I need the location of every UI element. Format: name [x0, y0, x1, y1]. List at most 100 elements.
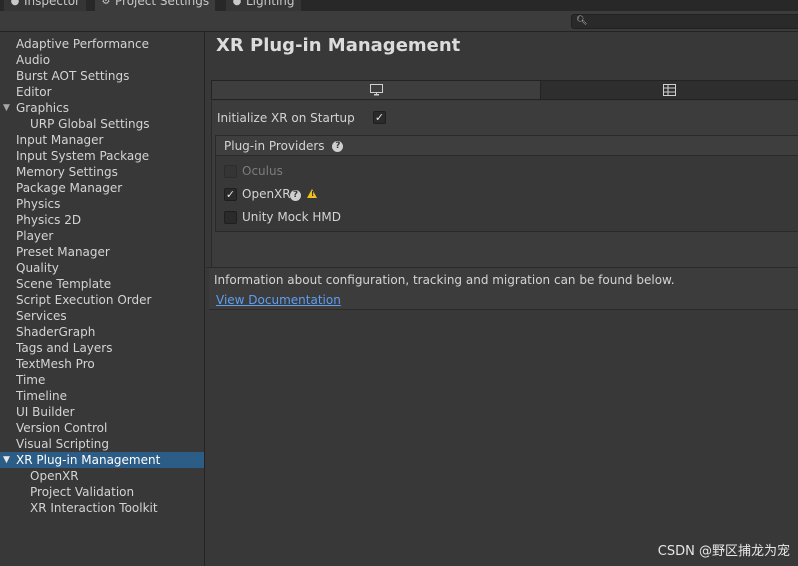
sidebar-item-label: Adaptive Performance [16, 37, 149, 51]
sidebar-item-label: Input System Package [16, 149, 150, 163]
tab-android[interactable] [541, 81, 798, 99]
sidebar-item-label: Graphics [16, 101, 69, 115]
sidebar-item-label: Services [16, 309, 67, 323]
info-box: Information about configuration, trackin… [209, 268, 798, 310]
sidebar-item-label: Memory Settings [16, 165, 118, 179]
android-grid-icon [663, 84, 676, 96]
help-icon[interactable]: ? [290, 190, 301, 201]
sidebar-item-label: UI Builder [16, 405, 75, 419]
provider-unity-mock-hmd: Unity Mock HMD [242, 210, 342, 224]
init-xr-label: Initialize XR on Startup [217, 111, 355, 125]
sidebar-item-ui-builder[interactable]: UI Builder [0, 404, 204, 420]
sidebar-item-label: TextMesh Pro [16, 357, 95, 371]
tab-standalone[interactable] [212, 81, 541, 99]
unity-mock-hmd-checkbox[interactable] [224, 211, 237, 224]
sidebar-item-label: XR Interaction Toolkit [30, 501, 158, 515]
sidebar-item-label: Audio [16, 53, 51, 67]
help-icon[interactable]: ? [332, 141, 344, 152]
sidebar-item-player[interactable]: Player [0, 228, 204, 244]
plugin-providers-header: Plug-in Providers ? [216, 136, 798, 156]
sidebar-item-memory-settings[interactable]: Memory Settings [0, 164, 204, 180]
settings-toolbar: 🔍︎ [0, 11, 798, 32]
tab-label: Inspector [24, 0, 80, 8]
desktop-icon [369, 84, 383, 96]
info-text: Information about configuration, trackin… [214, 273, 675, 287]
sidebar-item-physics[interactable]: Physics [0, 196, 204, 212]
oculus-checkbox [224, 165, 237, 178]
sidebar-item-version-control[interactable]: Version Control [0, 420, 204, 436]
sidebar-item-services[interactable]: Services [0, 308, 204, 324]
sidebar-item-package-manager[interactable]: Package Manager [0, 180, 204, 196]
gear-icon: ⚙ [101, 0, 111, 7]
sidebar-item-label: Player [16, 229, 54, 243]
sidebar-item-label: OpenXR [30, 469, 79, 483]
sidebar-item-project-validation[interactable]: Project Validation [0, 484, 204, 500]
sidebar-item-xr-plugin-management[interactable]: ▼ XR Plug-in Management [0, 452, 204, 468]
sidebar-item-label: Physics [16, 197, 61, 211]
init-xr-checkbox[interactable]: ✓ [373, 111, 386, 124]
plugin-providers-box: Plug-in Providers ? Oculus ✓ OpenXR ? ! … [215, 135, 798, 232]
sidebar-item-shadergraph[interactable]: ShaderGraph [0, 324, 204, 340]
provider-openxr: OpenXR [242, 187, 291, 201]
sidebar-item-label: Timeline [16, 389, 68, 403]
sidebar-item-label: Version Control [16, 421, 108, 435]
info-icon: ● [10, 0, 20, 7]
sidebar-item-openxr[interactable]: OpenXR [0, 468, 204, 484]
sidebar-item-burst-aot-settings[interactable]: Burst AOT Settings [0, 68, 204, 84]
search-input[interactable]: 🔍︎ [571, 14, 798, 29]
sidebar-item-preset-manager[interactable]: Preset Manager [0, 244, 204, 260]
sidebar-item-label: Visual Scripting [16, 437, 109, 451]
expand-arrow-icon[interactable]: ▼ [3, 452, 10, 468]
tab-project-settings[interactable]: ⚙ Project Settings [95, 0, 216, 11]
search-icon: 🔍︎ [576, 16, 588, 26]
tab-inspector[interactable]: ● Inspector [4, 0, 86, 11]
sidebar-item-xr-interaction-toolkit[interactable]: XR Interaction Toolkit [0, 500, 204, 516]
settings-sidebar: Adaptive Performance Audio Burst AOT Set… [0, 32, 205, 566]
plugin-providers-title: Plug-in Providers ? [224, 139, 344, 153]
sidebar-item-graphics[interactable]: ▼ Graphics [0, 100, 204, 116]
sidebar-item-visual-scripting[interactable]: Visual Scripting [0, 436, 204, 452]
sidebar-item-label: Package Manager [16, 181, 123, 195]
sidebar-item-label: Project Validation [30, 485, 135, 499]
page-title: XR Plug-in Management [216, 35, 461, 56]
sidebar-item-label: Preset Manager [16, 245, 110, 259]
bulb-icon: ● [232, 0, 242, 7]
openxr-checkbox[interactable]: ✓ [224, 188, 237, 201]
settings-content: XR Plug-in Management Initialize XR on S… [206, 32, 798, 566]
sidebar-item-adaptive-performance[interactable]: Adaptive Performance [0, 36, 204, 52]
sidebar-item-script-execution-order[interactable]: Script Execution Order [0, 292, 204, 308]
editor-tab-strip: ● Inspector ⚙ Project Settings ● Lightin… [0, 0, 798, 11]
tab-lighting[interactable]: ● Lighting [226, 0, 301, 11]
sidebar-item-label: XR Plug-in Management [16, 453, 161, 467]
sidebar-item-label: Burst AOT Settings [16, 69, 130, 83]
sidebar-item-scene-template[interactable]: Scene Template [0, 276, 204, 292]
sidebar-item-textmesh-pro[interactable]: TextMesh Pro [0, 356, 204, 372]
provider-openxr-label: OpenXR [242, 187, 291, 201]
sidebar-item-label: Time [16, 373, 46, 387]
expand-arrow-icon[interactable]: ▼ [3, 100, 10, 116]
sidebar-item-label: URP Global Settings [30, 117, 150, 131]
sidebar-item-editor[interactable]: Editor [0, 84, 204, 100]
sidebar-item-input-manager[interactable]: Input Manager [0, 132, 204, 148]
sidebar-item-label: Editor [16, 85, 52, 99]
sidebar-item-label: Quality [16, 261, 59, 275]
tab-label: Lighting [246, 0, 295, 8]
sidebar-item-label: Physics 2D [16, 213, 82, 227]
platform-tabs [211, 80, 798, 100]
view-documentation-link[interactable]: View Documentation [216, 293, 341, 307]
sidebar-item-physics-2d[interactable]: Physics 2D [0, 212, 204, 228]
sidebar-item-timeline[interactable]: Timeline [0, 388, 204, 404]
plugin-providers-label: Plug-in Providers [224, 139, 325, 153]
provider-oculus: Oculus [242, 164, 283, 178]
sidebar-item-quality[interactable]: Quality [0, 260, 204, 276]
sidebar-item-urp-global-settings[interactable]: URP Global Settings [0, 116, 204, 132]
sidebar-item-audio[interactable]: Audio [0, 52, 204, 68]
sidebar-item-tags-and-layers[interactable]: Tags and Layers [0, 340, 204, 356]
sidebar-item-label: Tags and Layers [16, 341, 113, 355]
watermark: CSDN @野区捕龙为宠 [657, 544, 790, 559]
sidebar-item-input-system-package[interactable]: Input System Package [0, 148, 204, 164]
sidebar-item-time[interactable]: Time [0, 372, 204, 388]
warning-icon[interactable]: ! [307, 189, 317, 198]
sidebar-item-label: Script Execution Order [16, 293, 152, 307]
sidebar-item-label: Input Manager [16, 133, 104, 147]
